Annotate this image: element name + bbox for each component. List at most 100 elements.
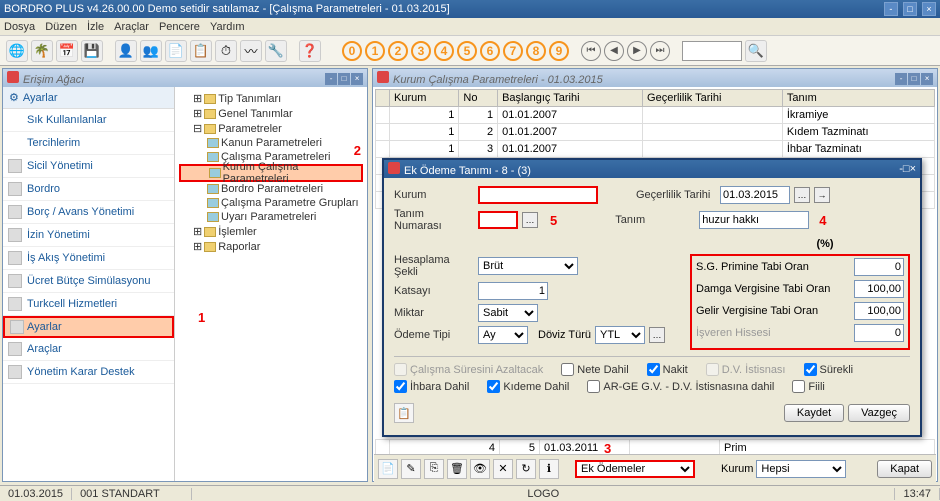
sidebar-item-borc[interactable]: Borç / Avans Yönetimi [3, 201, 174, 224]
tree-kanun[interactable]: Kanun Parametreleri [179, 136, 363, 150]
dlg-copy-icon[interactable]: 📋 [394, 403, 414, 423]
input-tanimno[interactable] [478, 211, 518, 229]
sidebar-item-sicil[interactable]: Sicil Yönetimi [3, 155, 174, 178]
bb-delete-icon[interactable]: 🗑 [447, 459, 467, 479]
dlg-close-icon[interactable]: × [910, 163, 916, 175]
nav-next-icon[interactable]: ▶ [627, 41, 647, 61]
sidebar-item-isakis[interactable]: İş Akış Yönetimi [3, 247, 174, 270]
bb-view-icon[interactable]: 👁 [470, 459, 490, 479]
col-tanim[interactable]: Tanım [782, 90, 934, 107]
menu-izle[interactable]: İzle [87, 21, 104, 33]
gpanel-min-icon[interactable]: - [895, 73, 907, 85]
chk-surekli[interactable]: Sürekli [804, 363, 854, 376]
num-1[interactable]: 1 [365, 41, 385, 61]
tb-icon-6[interactable]: 👥 [140, 40, 162, 62]
menu-duzen[interactable]: Düzen [45, 21, 77, 33]
kapat-button[interactable]: Kapat [877, 460, 932, 478]
table-row[interactable]: 1301.01.2007İhbar Tazminatı [376, 141, 935, 158]
chk-kideme[interactable]: Kıdeme Dahil [487, 380, 569, 393]
sidebar-item-tercih[interactable]: Tercihlerim [3, 132, 174, 155]
nav-first-icon[interactable]: ⏮ [581, 41, 601, 61]
select-miktar[interactable]: Sabit [478, 304, 538, 322]
tb-icon-12[interactable]: ❓ [299, 40, 321, 62]
tb-icon-2[interactable]: 🌴 [31, 40, 53, 62]
tree-islemler[interactable]: ⊞ İşlemler [179, 224, 363, 239]
panel-close-icon[interactable]: × [351, 73, 363, 85]
input-damga[interactable] [854, 280, 904, 298]
tree-param[interactable]: ⊟ Parametreler [179, 121, 363, 136]
menu-araclar[interactable]: Araçlar [114, 21, 149, 33]
input-tanim[interactable] [699, 211, 809, 229]
bottom-kurum-select[interactable]: Hepsi [756, 460, 846, 478]
chk-fiili[interactable]: Fiili [792, 380, 825, 393]
menu-dosya[interactable]: Dosya [4, 21, 35, 33]
num-8[interactable]: 8 [526, 41, 546, 61]
col-baslangic[interactable]: Başlangıç Tarihi [498, 90, 643, 107]
tree-genel[interactable]: ⊞ Genel Tanımlar [179, 106, 363, 121]
minimize-icon[interactable]: - [884, 2, 898, 16]
nav-last-icon[interactable]: ⏭ [650, 41, 670, 61]
select-doviz[interactable]: YTL [595, 326, 645, 344]
tanimno-lookup-icon[interactable]: … [522, 212, 538, 228]
input-sg[interactable] [854, 258, 904, 276]
date-next-icon[interactable]: → [814, 187, 830, 203]
tree-tip[interactable]: ⊞ Tip Tanımları [179, 91, 363, 106]
input-katsayi[interactable] [478, 282, 548, 300]
sidebar-item-sik[interactable]: Sık Kullanılanlar [3, 109, 174, 132]
bb-edit-icon[interactable]: ✎ [401, 459, 421, 479]
close-icon[interactable]: × [922, 2, 936, 16]
chk-nakit[interactable]: Nakit [647, 363, 688, 376]
input-gelir[interactable] [854, 302, 904, 320]
tb-icon-9[interactable]: ⏱ [215, 40, 237, 62]
num-9[interactable]: 9 [549, 41, 569, 61]
sidebar-item-ucret[interactable]: Ücret Bütçe Simülasyonu [3, 270, 174, 293]
sidebar-item-turkcell[interactable]: Turkcell Hizmetleri [3, 293, 174, 316]
tb-icon-10[interactable]: 〰 [240, 40, 262, 62]
col-gecerlilik[interactable]: Geçerlilik Tarihi [643, 90, 783, 107]
vazgec-button[interactable]: Vazgeç [848, 404, 910, 422]
sidebar-item-ayarlar[interactable]: Ayarlar [3, 316, 174, 338]
input-gecerlilik[interactable] [720, 186, 790, 204]
tb-icon-11[interactable]: 🔧 [265, 40, 287, 62]
date-picker-icon[interactable]: … [794, 187, 810, 203]
sidebar-item-bordro[interactable]: Bordro [3, 178, 174, 201]
dlg-max-icon[interactable]: □ [903, 163, 910, 175]
bb-new-icon[interactable]: 📄 [378, 459, 398, 479]
table-row[interactable]: 1101.01.2007İkramiye [376, 107, 935, 124]
sidebar-item-izin[interactable]: İzin Yönetimi [3, 224, 174, 247]
col-no[interactable]: No [459, 90, 498, 107]
input-isveren[interactable] [854, 324, 904, 342]
tb-icon-7[interactable]: 📄 [165, 40, 187, 62]
chk-ihbara[interactable]: İhbara Dahil [394, 380, 469, 393]
bb-info-icon[interactable]: ℹ [539, 459, 559, 479]
maximize-icon[interactable]: □ [903, 2, 917, 16]
select-hesap[interactable]: Brüt [478, 257, 578, 275]
panel-max-icon[interactable]: □ [338, 73, 350, 85]
num-6[interactable]: 6 [480, 41, 500, 61]
bottom-combo[interactable]: Ek Ödemeler [575, 460, 695, 478]
toolbar-search-input[interactable] [682, 41, 742, 61]
sidebar-item-araclar[interactable]: Araçlar [3, 338, 174, 361]
num-4[interactable]: 4 [434, 41, 454, 61]
num-0[interactable]: 0 [342, 41, 362, 61]
sidebar-item-yonetim[interactable]: Yönetim Karar Destek [3, 361, 174, 384]
tree-raporlar[interactable]: ⊞ Raporlar [179, 239, 363, 254]
tree-calisma-grup[interactable]: Çalışma Parametre Grupları [179, 196, 363, 210]
tree-uyari[interactable]: Uyarı Parametreleri [179, 210, 363, 224]
num-7[interactable]: 7 [503, 41, 523, 61]
tree-kurum-calisma[interactable]: Kurum Çalışma Parametreleri [179, 164, 363, 182]
chk-arge[interactable]: AR-GE G.V. - D.V. İstisnasına dahil [587, 380, 774, 393]
panel-min-icon[interactable]: - [325, 73, 337, 85]
col-kurum[interactable]: Kurum [390, 90, 459, 107]
num-5[interactable]: 5 [457, 41, 477, 61]
table-row[interactable]: 1201.01.2007Kıdem Tazminatı [376, 124, 935, 141]
select-odeme[interactable]: Ay [478, 326, 528, 344]
menu-yardim[interactable]: Yardım [210, 21, 245, 33]
kaydet-button[interactable]: Kaydet [784, 404, 844, 422]
tb-icon-8[interactable]: 📋 [190, 40, 212, 62]
bb-refresh-icon[interactable]: ↻ [516, 459, 536, 479]
gpanel-max-icon[interactable]: □ [908, 73, 920, 85]
gpanel-close-icon[interactable]: × [921, 73, 933, 85]
tb-icon-5[interactable]: 👤 [115, 40, 137, 62]
input-kurum[interactable] [478, 186, 598, 204]
